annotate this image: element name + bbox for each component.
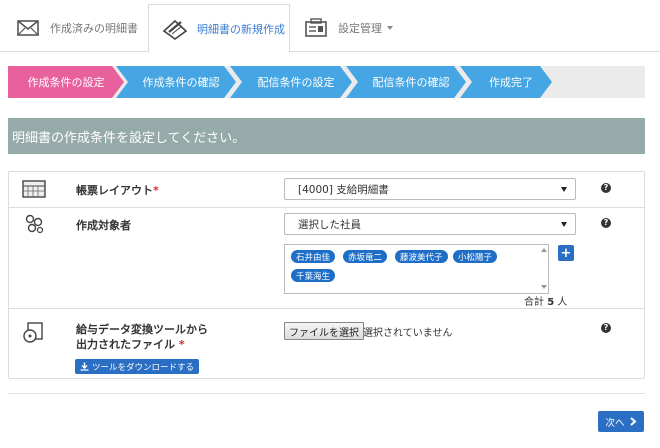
step-2: 作成条件の確認 — [116, 66, 236, 98]
required-mark: * — [178, 338, 185, 351]
layout-select[interactable]: [4000] 支給明細書 — [284, 178, 576, 200]
step-label: 作成完了 — [489, 76, 533, 89]
next-button[interactable]: 次へ — [598, 411, 644, 432]
download-icon — [80, 362, 89, 371]
choose-file-button[interactable]: ファイルを選択 — [284, 322, 364, 340]
people-group-icon — [25, 214, 44, 234]
employee-total: 合計 5 人 — [524, 297, 568, 308]
settings-folder-icon — [305, 18, 327, 37]
employee-chip[interactable]: 千葉海生 — [291, 269, 336, 282]
employee-chip[interactable]: 小松陽子 — [453, 250, 498, 263]
file-status: 選択されていません — [363, 328, 453, 339]
tab-label: 設定管理 — [338, 22, 382, 35]
step-4: 配信条件の確認 — [346, 66, 466, 98]
chevron-down-icon — [387, 26, 393, 30]
employee-chip[interactable]: 赤坂竜二 — [343, 250, 388, 263]
dropdown-arrow-icon — [561, 222, 567, 227]
layout-label: 帳票レイアウト* — [76, 184, 159, 197]
target-select[interactable]: 選択した社員 — [284, 213, 576, 235]
step-progress: 作成条件の設定 作成条件の確認 配信条件の設定 配信条件の確認 作成完了 — [8, 66, 645, 98]
step-label: 配信条件の確認 — [372, 76, 450, 89]
tab-settings[interactable]: 設定管理 — [302, 4, 393, 52]
dropdown-arrow-icon — [561, 187, 567, 192]
step-label: 作成条件の確認 — [142, 76, 220, 89]
form-layout-icon — [22, 180, 46, 198]
required-mark: * — [153, 184, 159, 197]
employee-chip[interactable]: 石井由佳 — [291, 250, 336, 263]
help-icon[interactable]: ? — [601, 218, 611, 228]
tab-created-statements[interactable]: 作成済みの明細書 — [14, 4, 138, 52]
selected-employees-list[interactable]: 石井由佳 赤坂竜二 藤波美代子 小松陽子 千葉海生 — [284, 244, 549, 294]
employee-chip[interactable]: 藤波美代子 — [395, 250, 448, 263]
tab-label: 作成済みの明細書 — [50, 22, 138, 35]
scroll-up-arrow-icon[interactable] — [541, 248, 547, 252]
instruction-banner: 明細書の作成条件を設定してください。 — [8, 118, 645, 154]
step-label: 作成条件の設定 — [27, 76, 105, 89]
step-label: 配信条件の設定 — [257, 76, 335, 89]
download-tool-button[interactable]: ツールをダウンロードする — [75, 359, 200, 374]
main-tabs: 作成済みの明細書 明細書の新規作成 設定管理 — [0, 0, 660, 53]
disc-file-icon — [23, 322, 43, 343]
file-label: 給与データ変換ツールから 出力されたファイル * — [76, 323, 208, 351]
step-3: 配信条件の設定 — [230, 66, 352, 98]
step-5: 作成完了 — [460, 66, 552, 98]
target-label: 作成対象者 — [76, 219, 131, 232]
plus-icon: + — [560, 245, 572, 261]
step-1: 作成条件の設定 — [8, 66, 124, 98]
divider — [8, 393, 645, 394]
envelope-icon — [17, 20, 39, 36]
pen-document-icon — [162, 19, 188, 40]
tab-new-statement[interactable]: 明細書の新規作成 — [148, 4, 290, 53]
scroll-down-arrow-icon[interactable] — [541, 285, 547, 289]
tab-label: 明細書の新規作成 — [197, 22, 285, 36]
help-icon[interactable]: ? — [601, 323, 611, 333]
add-employee-button[interactable]: + — [558, 245, 574, 261]
chevron-right-icon — [629, 417, 637, 426]
help-icon[interactable]: ? — [601, 183, 611, 193]
